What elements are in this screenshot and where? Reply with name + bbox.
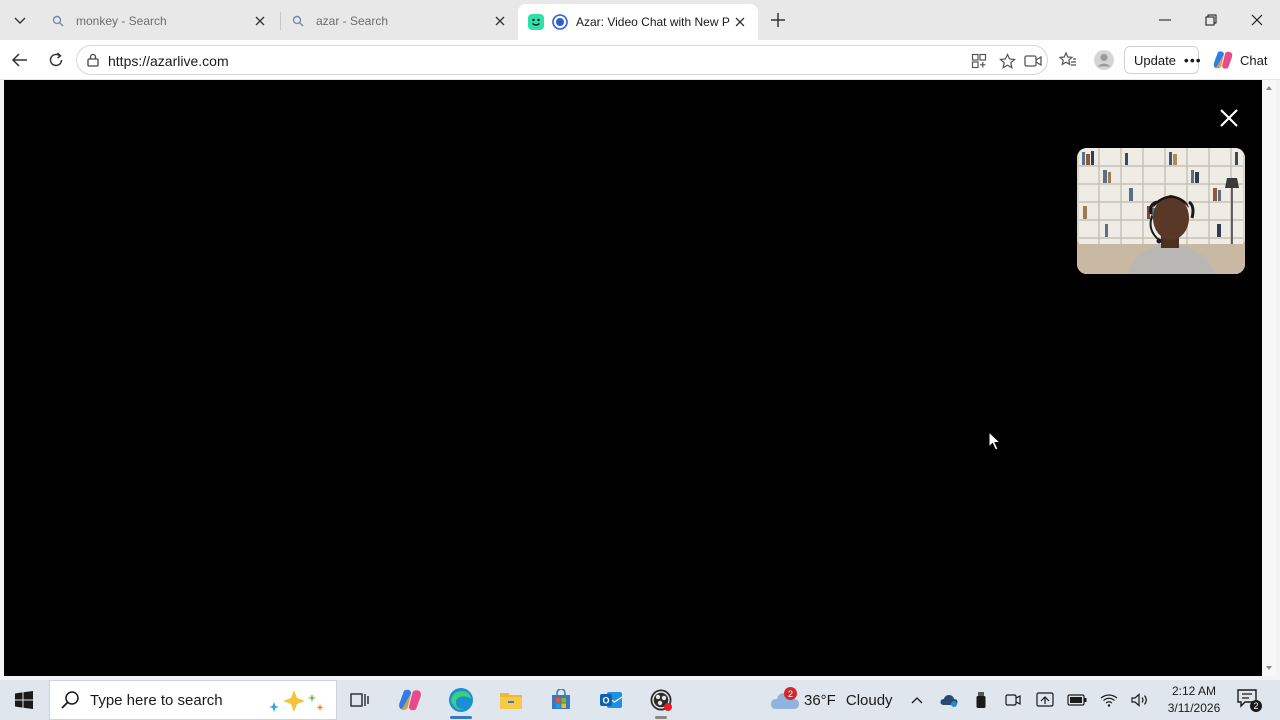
clock-time: 2:12 AM — [1171, 684, 1217, 698]
back-arrow-icon[interactable] — [6, 46, 34, 74]
close-tab-icon[interactable] — [250, 11, 270, 31]
update-button[interactable]: Update ••• — [1124, 46, 1202, 74]
tab-actions-chevron-icon[interactable] — [6, 6, 34, 34]
copilot-chat-button[interactable]: Chat — [1208, 46, 1274, 74]
tab-title: monkey - Search — [76, 14, 167, 28]
volume-speaker-icon[interactable] — [1130, 690, 1150, 710]
search-placeholder: Type here to search — [90, 691, 223, 709]
usb-drive-icon[interactable] — [971, 690, 991, 710]
mouse-cursor-icon — [988, 431, 1002, 451]
copilot-icon[interactable] — [385, 680, 435, 720]
restore-icon[interactable] — [1188, 0, 1234, 40]
edge-icon[interactable] — [436, 680, 486, 720]
onedrive-cloud-icon[interactable] — [939, 690, 959, 710]
update-label: Update — [1134, 52, 1176, 68]
taskbar-search-input[interactable]: Type here to search — [49, 680, 337, 720]
tab-monkey-search[interactable]: monkey - Search — [40, 6, 278, 36]
battery-icon[interactable] — [1067, 690, 1087, 710]
tab-azar-search[interactable]: azar - Search — [280, 6, 518, 36]
close-icon[interactable] — [1214, 103, 1244, 133]
azar-logo-icon — [528, 14, 544, 30]
system-clock[interactable]: 2:12 AM 3/11/2026 — [1156, 683, 1232, 717]
clock-date: 3/11/2026 — [1167, 701, 1221, 715]
scroll-up-arrow-icon[interactable] — [1265, 84, 1273, 92]
self-camera-preview — [1077, 148, 1245, 274]
weather-temperature: 36°F — [804, 691, 836, 709]
close-tab-icon[interactable] — [730, 12, 750, 32]
search-highlight-sparkle-icon[interactable] — [266, 688, 328, 714]
new-tab-plus-icon[interactable] — [766, 8, 790, 32]
weather-widget[interactable]: 2 36°F Cloudy — [770, 680, 893, 720]
copilot-icon — [1212, 49, 1234, 71]
weather-alert-badge: 2 — [784, 687, 797, 700]
tab-title: Azar: Video Chat with New Pe — [576, 15, 730, 29]
page-scrollbar[interactable] — [1262, 80, 1276, 676]
video-chat-stage[interactable] — [4, 80, 1262, 676]
weather-condition: Cloudy — [845, 691, 893, 709]
windows-taskbar: Type here to search O 2 36°F Cloudy 2:12… — [0, 680, 1280, 720]
tab-title: azar - Search — [316, 14, 389, 28]
notification-center-icon[interactable]: 2 — [1236, 688, 1262, 714]
recording-indicator-icon — [552, 14, 568, 30]
favorite-star-icon[interactable] — [997, 51, 1017, 71]
store-icon[interactable] — [536, 680, 586, 720]
tab-azar-video-chat[interactable]: Azar: Video Chat with New Pe — [518, 4, 758, 40]
camera-in-use-icon[interactable] — [1003, 690, 1023, 710]
lock-icon[interactable] — [86, 53, 100, 67]
url-text[interactable]: https://azarlive.com — [108, 53, 229, 69]
search-icon — [290, 13, 306, 29]
browser-toolbar: https://azarlive.com Update ••• Chat — [0, 40, 1280, 80]
wifi-icon[interactable] — [1099, 690, 1119, 710]
obs-icon[interactable] — [636, 680, 686, 720]
app-available-icon[interactable] — [969, 51, 989, 71]
show-hidden-icons-chevron-icon[interactable] — [907, 690, 927, 710]
address-bar[interactable]: https://azarlive.com — [76, 45, 1048, 75]
refresh-icon[interactable] — [42, 46, 70, 74]
more-options-icon: ••• — [1183, 52, 1202, 68]
minimize-icon[interactable] — [1142, 0, 1188, 40]
screen-capture-icon[interactable] — [1035, 690, 1055, 710]
svg-text:O: O — [602, 696, 609, 706]
profile-avatar-icon[interactable] — [1090, 46, 1118, 74]
scroll-down-arrow-icon[interactable] — [1265, 664, 1273, 672]
search-icon — [61, 691, 79, 709]
search-icon — [50, 13, 66, 29]
close-window-icon[interactable] — [1234, 0, 1280, 40]
tab-strip: monkey - Search azar - Search Azar: Vide… — [0, 0, 1280, 40]
close-tab-icon[interactable] — [490, 11, 510, 31]
chat-label: Chat — [1240, 52, 1268, 68]
favorites-icon[interactable] — [1054, 46, 1082, 74]
task-view-icon[interactable] — [335, 680, 385, 720]
camera-in-use-icon[interactable] — [1023, 51, 1043, 71]
file-explorer-icon[interactable] — [486, 680, 536, 720]
outlook-icon[interactable]: O — [586, 680, 636, 720]
notification-count-badge: 2 — [1250, 700, 1262, 712]
cloudy-weather-icon: 2 — [770, 687, 800, 713]
windows-start-icon[interactable] — [0, 680, 48, 720]
